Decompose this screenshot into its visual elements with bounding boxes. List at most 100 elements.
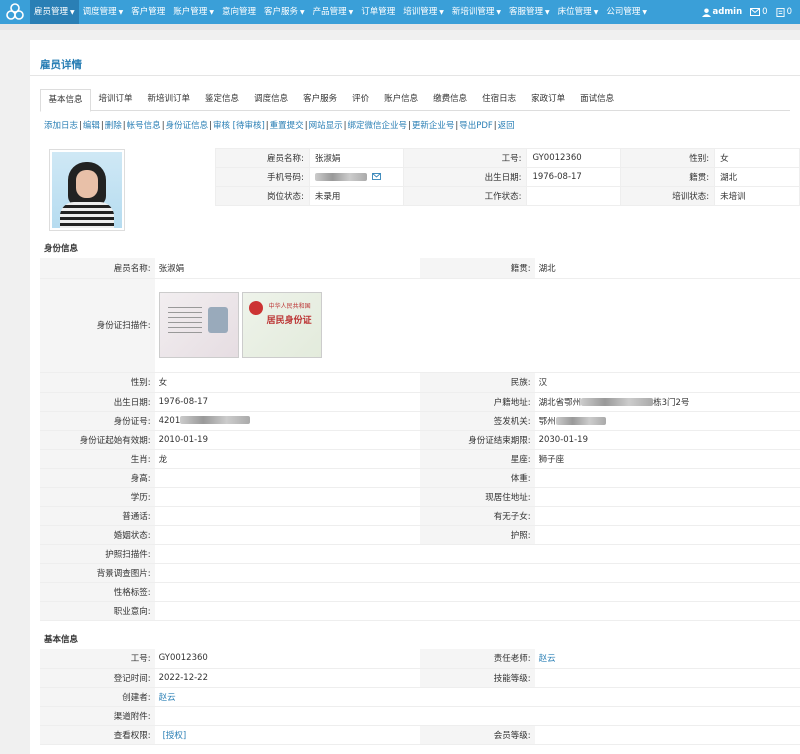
id-edu-label: 学历: — [40, 487, 155, 507]
action-separator: | — [100, 121, 104, 131]
app-logo-icon[interactable] — [0, 0, 30, 24]
basic-member — [534, 725, 800, 745]
action-link[interactable]: 网站显示 — [309, 121, 343, 131]
nav-item-label: 新培训管理 — [451, 7, 495, 17]
basic-channel — [154, 706, 800, 726]
caret-down-icon: ▼ — [299, 9, 305, 16]
nav-item[interactable]: 订单管理 — [357, 0, 399, 24]
tab[interactable]: 客户服务 — [296, 89, 345, 111]
id-residence — [534, 487, 800, 507]
action-separator: | — [304, 121, 308, 131]
tab[interactable]: 账户信息 — [377, 89, 426, 111]
nav-item[interactable]: 培训管理 ▼ — [399, 0, 448, 24]
summary-job-no-label: 工号: — [402, 148, 528, 168]
action-separator: | — [79, 121, 82, 131]
nav-item[interactable]: 客户服务 ▼ — [260, 0, 309, 24]
action-separator: | — [161, 121, 165, 131]
nav-item[interactable]: 客服管理 ▼ — [505, 0, 554, 24]
document-icon — [776, 7, 785, 17]
tab[interactable]: 家政订单 — [524, 89, 573, 111]
action-link[interactable]: 更新企业号 — [412, 121, 455, 131]
summary-training: 未培训 — [714, 186, 800, 206]
id-birth-label: 出生日期: — [40, 392, 155, 412]
nav-menu: 雇员管理 ▼ 调度管理 ▼ 客户管理 账户管理 ▼ 意向管理 客户服务 ▼ 产品管理 ▼ 订单管理 培训管… — [30, 0, 651, 24]
nav-item[interactable]: 新培训管理 ▼ — [448, 0, 505, 24]
summary-training-label: 培训状态: — [620, 186, 716, 206]
notifications-button[interactable]: 0 — [776, 7, 792, 17]
id-name-label: 雇员名称: — [40, 258, 155, 279]
caret-down-icon: ▼ — [496, 9, 502, 16]
action-link[interactable]: 重置提交 — [270, 121, 304, 131]
id-edu — [154, 487, 420, 507]
main-panel: 雇员详情 基本信息 培训订单 新培训订单 鉴定信息 调度信息 客户服务 评价 账户信息 缴费信息… — [30, 40, 800, 754]
nav-item[interactable]: 公司管理 ▼ — [602, 0, 651, 24]
nav-item[interactable]: 床位管理 ▼ — [554, 0, 603, 24]
nav-item-label: 订单管理 — [361, 7, 396, 17]
tab[interactable]: 评价 — [345, 89, 377, 111]
user-name: admin — [712, 7, 743, 17]
id-scan-label: 身份证扫描件: — [40, 278, 155, 373]
nav-item-label: 账户管理 — [173, 7, 208, 17]
background-images — [154, 563, 800, 583]
id-card-country: 中华人民共和国 — [268, 303, 311, 310]
page-title: 雇员详情 — [40, 59, 82, 71]
basic-table: 工号: GY0012360 责任老师: 赵云 登记时间: 2022-12-22 … — [40, 649, 800, 745]
id-valid-to: 2030-01-19 — [534, 430, 800, 450]
action-link[interactable]: 导出PDF — [459, 121, 493, 131]
tab[interactable]: 新培训订单 — [140, 89, 198, 111]
action-link[interactable]: 审核 [待审核] — [213, 121, 265, 131]
id-address: 湖北省鄂州 栋3门2号 — [534, 392, 800, 412]
id-number-redacted — [180, 416, 251, 424]
action-link[interactable]: 删除 — [105, 121, 122, 131]
tab[interactable]: 缴费信息 — [426, 89, 475, 111]
nav-item-label: 客服管理 — [509, 7, 544, 17]
action-link[interactable]: 返回 — [498, 121, 515, 131]
nav-item[interactable]: 账户管理 ▼ — [169, 0, 218, 24]
tab[interactable]: 基本信息 — [40, 89, 92, 112]
caret-down-icon: ▼ — [439, 9, 444, 16]
summary-phone-label: 手机号码: — [215, 167, 310, 187]
action-link[interactable]: 身份证信息 — [166, 121, 209, 131]
basic-member-label: 会员等级: — [419, 725, 535, 745]
tab[interactable]: 鉴定信息 — [198, 89, 247, 111]
nav-item[interactable]: 意向管理 — [218, 0, 260, 24]
nav-item[interactable]: 产品管理 ▼ — [309, 0, 358, 24]
nav-item[interactable]: 雇员管理 ▼ — [30, 0, 79, 24]
id-issuer-label: 签发机关: — [419, 411, 535, 431]
nav-item[interactable]: 调度管理 ▼ — [79, 0, 128, 24]
messages-button[interactable]: 0 — [750, 7, 768, 17]
id-card-title: 居民身份证 — [266, 316, 312, 326]
user-icon — [701, 7, 711, 17]
tab[interactable]: 培训订单 — [91, 89, 140, 111]
basic-job-no-label: 工号: — [40, 649, 155, 669]
tags-label: 性格标签: — [40, 582, 155, 602]
id-issuer-start: 鄂州 — [538, 416, 556, 427]
summary-name-label: 雇员名称: — [215, 148, 310, 168]
basic-skill — [534, 668, 800, 688]
action-link[interactable]: 编辑 — [83, 121, 100, 131]
action-link[interactable]: 添加日志 — [44, 121, 78, 131]
id-zodiac-label: 生肖: — [40, 449, 155, 469]
basic-teacher-link[interactable]: 赵云 — [534, 649, 800, 669]
basic-creator-link[interactable]: 赵云 — [154, 687, 800, 707]
tab[interactable]: 调度信息 — [247, 89, 296, 111]
envelope-icon[interactable] — [371, 173, 381, 180]
nav-item[interactable]: 客户管理 — [127, 0, 169, 24]
tab[interactable]: 面试信息 — [573, 89, 622, 111]
id-address-label: 户籍地址: — [419, 392, 535, 412]
action-link[interactable]: 帐号信息 — [127, 121, 161, 131]
id-card-back-image[interactable]: 中华人民共和国 居民身份证 — [241, 292, 322, 358]
tab[interactable]: 住宿日志 — [475, 89, 524, 111]
action-link[interactable]: 绑定微信企业号 — [347, 121, 407, 131]
basic-perm-label: 查看权限: — [40, 725, 155, 745]
basic-perm-link[interactable]: [授权] — [154, 725, 420, 745]
nav-item-label: 客户管理 — [131, 7, 166, 17]
id-origin-label: 籍贯: — [419, 258, 535, 279]
caret-down-icon: ▼ — [593, 9, 599, 16]
identity-section-title: 身份信息 — [44, 244, 79, 254]
id-card-front-image[interactable] — [158, 292, 239, 358]
basic-creator-label: 创建者: — [40, 687, 155, 707]
user-menu[interactable]: admin — [701, 7, 743, 17]
action-separator: | — [209, 121, 212, 131]
caret-down-icon: ▼ — [118, 9, 124, 16]
